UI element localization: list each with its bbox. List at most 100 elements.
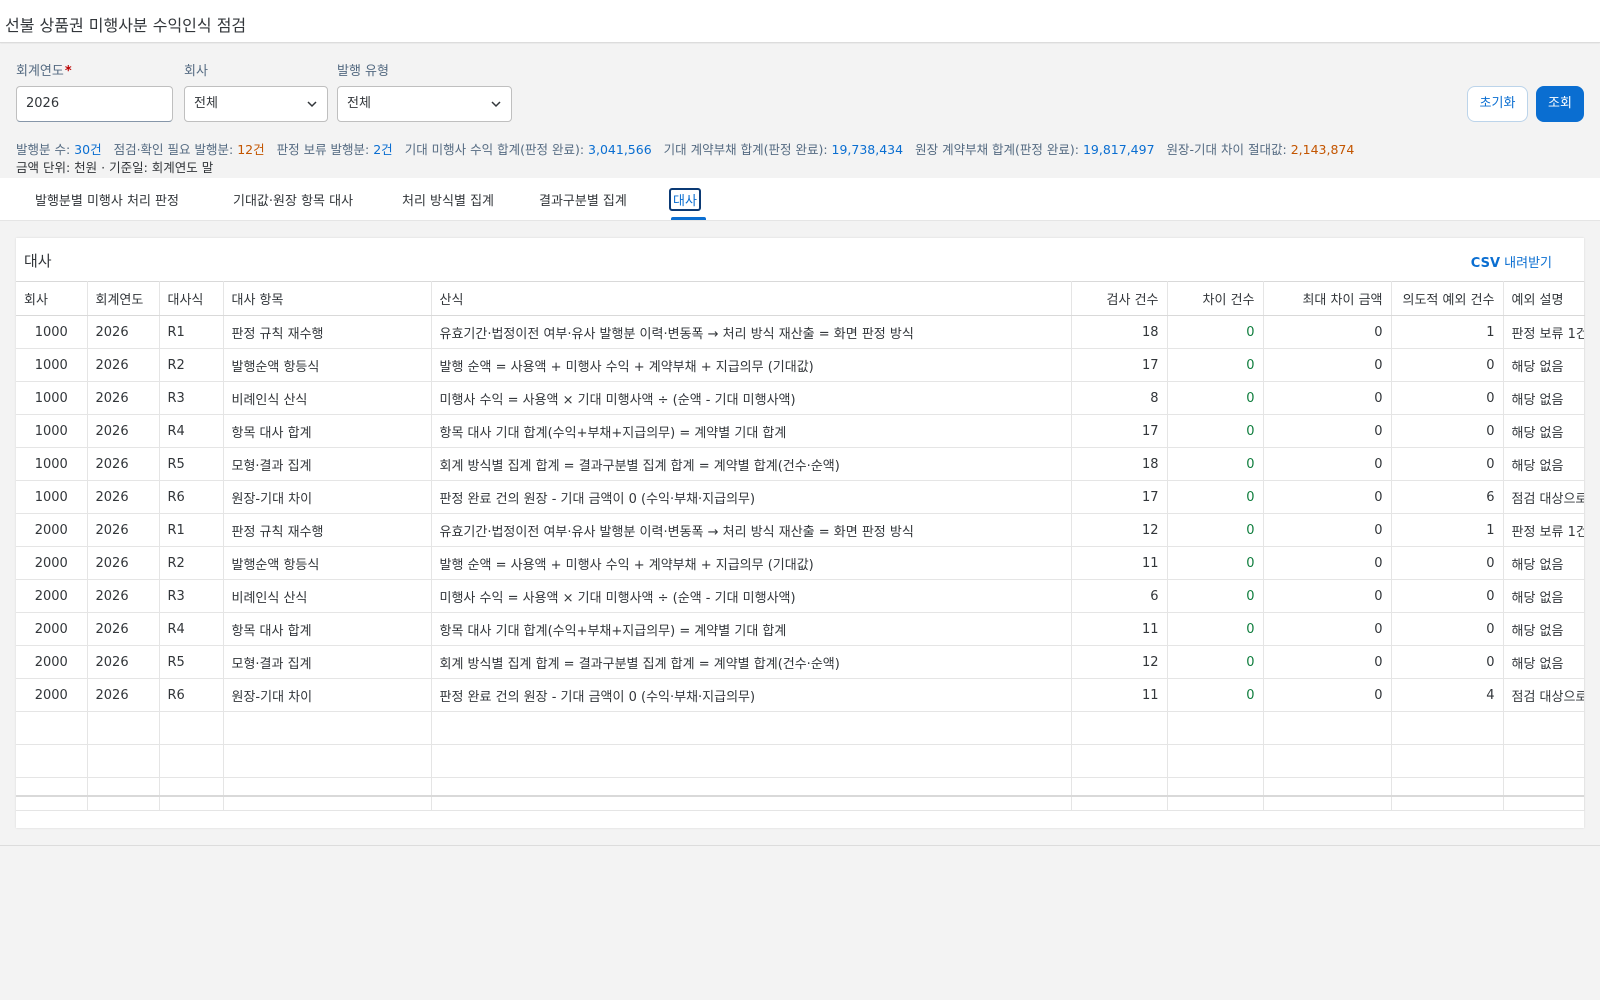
active-tab-indicator: [671, 217, 706, 220]
table-cell: 항목 대사 합계: [223, 414, 432, 448]
tab-4[interactable]: 결과구분별 집계: [539, 190, 627, 209]
column-header[interactable]: 회계연도: [87, 281, 160, 316]
table-cell: 1000: [16, 447, 88, 481]
table-cell: 0: [1263, 315, 1392, 349]
table-cell: 2026: [87, 579, 160, 613]
tab-bar: 발행분별 미행사 처리 판정 기대값·원장 항목 대사 처리 방식별 집계 결과구분별…: [0, 178, 1600, 221]
table-cell: 1000: [16, 381, 88, 415]
column-header[interactable]: 최대 차이 금액: [1263, 281, 1392, 316]
table-cell: R3: [159, 381, 224, 415]
column-header[interactable]: 대사 항목: [223, 281, 432, 316]
table-cell: 2000: [16, 612, 88, 646]
table-row[interactable]: 2000 2026 R5 모형·결과 집계 회계 방식별 집계 합계 = 결과구분별 집…: [16, 645, 1585, 679]
table-cell: 판정 완료 건의 원장 - 기대 금액이 0 (수익·부채·지급의무): [431, 480, 1072, 514]
column-header[interactable]: 대사식: [159, 281, 224, 316]
empty-cell: [1167, 744, 1264, 778]
table-cell: 항목 대사 기대 합계(수익+부채+지급의무) = 계약별 기대 합계: [431, 414, 1072, 448]
table-cell: R4: [159, 414, 224, 448]
kpi-item: 원장-기대 차이 절대값: 2,143,874: [1167, 139, 1355, 158]
table-cell: 1000: [16, 414, 88, 448]
table-cell: 6: [1391, 480, 1504, 514]
table-cell: 2000: [16, 513, 88, 547]
table-row[interactable]: 2000 2026 R2 발행순액 항등식 발행 순액 = 사용액 + 미행사 수익 +…: [16, 546, 1585, 580]
empty-cell: [159, 711, 224, 745]
table-cell: 해당 없음: [1503, 612, 1585, 646]
table-cell: 1: [1391, 315, 1504, 349]
issue-type-select[interactable]: 전체: [337, 86, 512, 122]
table-cell: 17: [1071, 414, 1168, 448]
table-cell: R3: [159, 579, 224, 613]
tab-5[interactable]: 대사: [669, 188, 701, 211]
table-cell: 점검 대상으로: [1503, 480, 1585, 514]
issue-type-label: 발행 유형: [337, 64, 389, 79]
fiscal-year-input[interactable]: 2026: [16, 86, 173, 122]
table-row[interactable]: 2000 2026 R3 비례인식 산식 미행사 수익 = 사용액 × 기대 미행사액 …: [16, 579, 1585, 613]
empty-cell: [431, 711, 1072, 745]
table-cell: 11: [1071, 678, 1168, 712]
table-cell: 회계 방식별 집계 합계 = 결과구분별 집계 합계 = 계약별 합계(건수·순…: [431, 645, 1072, 679]
table-row[interactable]: 2000 2026 R6 원장-기대 차이 판정 완료 건의 원장 - 기대 금액이 0…: [16, 678, 1585, 712]
kpi-item: 기대 계약부채 합계(판정 완료): 19,738,434: [664, 139, 903, 158]
kpi-item: 발행분 수: 30건: [16, 139, 102, 158]
table-cell: 0: [1263, 579, 1392, 613]
table-cell: R4: [159, 612, 224, 646]
kpi-label: 원장-기대 차이 절대값:: [1166, 142, 1291, 157]
table-cell: 판정 규칙 재수행: [223, 513, 432, 547]
empty-row: [16, 744, 1585, 778]
tab-1[interactable]: 발행분별 미행사 처리 판정: [35, 190, 179, 209]
reset-button[interactable]: 초기화: [1467, 86, 1528, 122]
table-row[interactable]: 2000 2026 R1 판정 규칙 재수행 유효기간·법정이전 여부·유사 발행분 이…: [16, 513, 1585, 547]
table-row[interactable]: 1000 2026 R2 발행순액 항등식 발행 순액 = 사용액 + 미행사 수익 +…: [16, 348, 1585, 382]
fiscal-year-label: 회계연도*: [16, 64, 72, 79]
table-row[interactable]: 1000 2026 R3 비례인식 산식 미행사 수익 = 사용액 × 기대 미행사액 …: [16, 381, 1585, 415]
table-row[interactable]: 2000 2026 R4 항목 대사 합계 항목 대사 기대 합계(수익+부채+지급의무…: [16, 612, 1585, 646]
table-row[interactable]: 1000 2026 R5 모형·결과 집계 회계 방식별 집계 합계 = 결과구분별 집…: [16, 447, 1585, 481]
table-cell: 11: [1071, 612, 1168, 646]
kpi-value: 3,041,566: [588, 142, 652, 157]
empty-cell: [431, 777, 1072, 811]
table-cell: 해당 없음: [1503, 348, 1585, 382]
table-cell: 0: [1391, 546, 1504, 580]
column-header[interactable]: 의도적 예외 건수: [1391, 281, 1504, 316]
table-header-row: 회사 회계연도 대사식 대사 항목 산식 검사 건수 차이 건수 최대 차이 금액 의도적 예외…: [16, 281, 1585, 316]
table-cell: 2026: [87, 348, 160, 382]
table-cell: 0: [1167, 348, 1264, 382]
table-cell: R1: [159, 315, 224, 349]
csv-download-button[interactable]: CSV 내려받기: [1471, 252, 1552, 271]
filter-bar: 회계연도* 2026 회사 전체 발행 유형 전체 초기화 조회 발행분 수: …: [0, 44, 1600, 178]
table-cell: R2: [159, 546, 224, 580]
table-cell: 0: [1391, 381, 1504, 415]
table-cell: 4: [1391, 678, 1504, 712]
table-cell: 0: [1263, 645, 1392, 679]
table-cell: R1: [159, 513, 224, 547]
column-header[interactable]: 산식: [431, 281, 1072, 316]
table-row[interactable]: 1000 2026 R1 판정 규칙 재수행 유효기간·법정이전 여부·유사 발행분 이…: [16, 315, 1585, 349]
table-row[interactable]: 1000 2026 R4 항목 대사 합계 항목 대사 기대 합계(수익+부채+지급의무…: [16, 414, 1585, 448]
search-button[interactable]: 조회: [1536, 86, 1584, 122]
table-cell: 0: [1167, 414, 1264, 448]
table-row[interactable]: 1000 2026 R6 원장-기대 차이 판정 완료 건의 원장 - 기대 금액이 0…: [16, 480, 1585, 514]
table-cell: 해당 없음: [1503, 447, 1585, 481]
table-cell: 해당 없음: [1503, 414, 1585, 448]
company-select[interactable]: 전체: [184, 86, 328, 122]
table-cell: 0: [1263, 381, 1392, 415]
card-title: 대사: [24, 252, 52, 270]
tab-3[interactable]: 처리 방식별 집계: [402, 190, 494, 209]
column-header[interactable]: 검사 건수: [1071, 281, 1168, 316]
tab-2[interactable]: 기대값·원장 항목 대사: [233, 190, 353, 209]
table-cell: 2026: [87, 480, 160, 514]
kpi-item: 기대 미행사 수익 합계(판정 완료): 3,041,566: [405, 139, 652, 158]
column-header[interactable]: 예외 설명: [1503, 281, 1585, 316]
table-cell: 2026: [87, 315, 160, 349]
column-header[interactable]: 차이 건수: [1167, 281, 1264, 316]
chevron-down-icon: [307, 101, 317, 108]
column-header[interactable]: 회사: [16, 281, 88, 316]
kpi-value: 2건: [373, 142, 393, 157]
table-cell: 0: [1167, 447, 1264, 481]
kpi-label: 원장 계약부채 합계(판정 완료):: [915, 142, 1083, 157]
table-cell: 18: [1071, 447, 1168, 481]
empty-cell: [87, 711, 160, 745]
unit-note: 금액 단위: 천원 · 기준일: 회계연도 말: [16, 160, 214, 175]
table-cell: R6: [159, 480, 224, 514]
empty-cell: [1263, 744, 1392, 778]
